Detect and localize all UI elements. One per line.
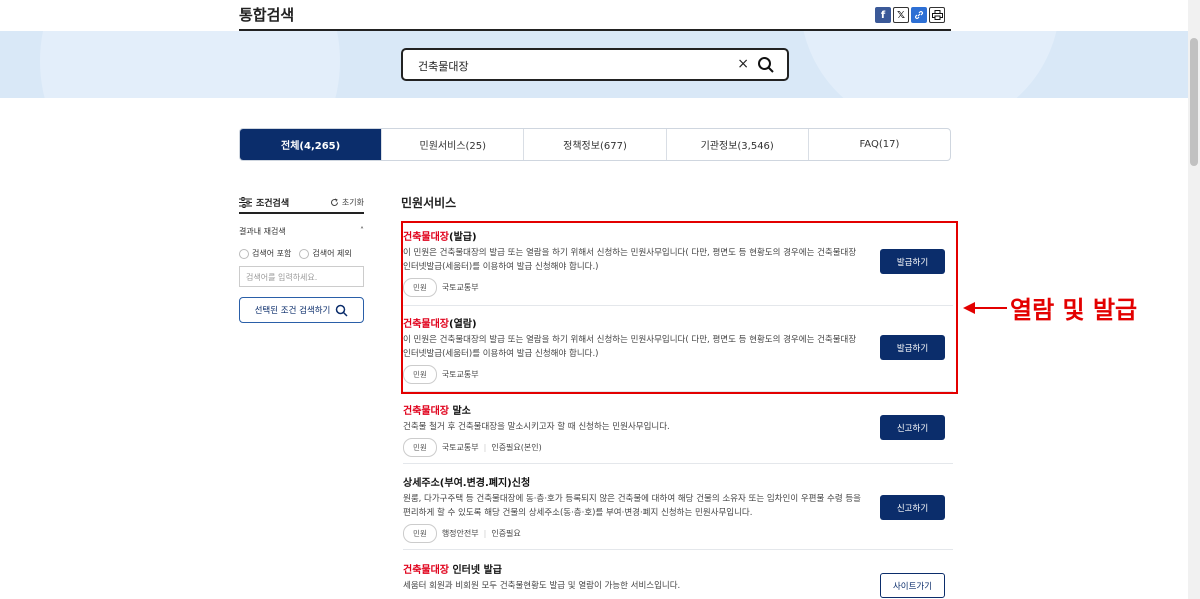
arrow-left-icon xyxy=(963,301,1007,314)
filter-title: 조건검색 xyxy=(239,196,289,209)
type-badge: 민원 xyxy=(403,278,437,297)
filter-submit-label: 선택된 조건 검색하기 xyxy=(254,306,331,316)
result-tags: 민원 국토교통부 xyxy=(403,278,953,297)
auth-label: 인증필요 xyxy=(491,529,521,538)
search-band: 건축물대장 × xyxy=(0,31,1188,98)
tab-faq[interactable]: FAQ(17) xyxy=(809,129,950,160)
section-title: 민원서비스 xyxy=(401,196,457,210)
tab-agency[interactable]: 기관정보(3,546) xyxy=(667,129,809,160)
facebook-icon[interactable]: f xyxy=(875,7,891,23)
tab-civil-service[interactable]: 민원서비스(25) xyxy=(382,129,525,160)
result-title[interactable]: 상세주소(부여.변경.폐지)신청 xyxy=(403,474,953,489)
result-tabs: 전체(4,265) 민원서비스(25) 정책정보(677) 기관정보(3,546… xyxy=(239,128,951,161)
refine-toggle[interactable]: 결과내 재검색 ˄ xyxy=(239,226,364,237)
annotation: 열람 및 발급 xyxy=(963,290,1137,325)
search-input[interactable]: 건축물대장 × xyxy=(401,48,789,81)
type-badge: 민원 xyxy=(403,438,437,457)
auth-label: 인증필요(본인) xyxy=(491,443,542,452)
agency-label: 행정안전부 xyxy=(441,529,479,538)
list-item: 건축물대장(열람) 이 민원은 건축물대장의 발급 또는 열람을 하기 위해서 … xyxy=(403,306,953,392)
chevron-up-icon[interactable]: ˄ xyxy=(360,226,364,237)
go-site-button[interactable]: 사이트가기 xyxy=(880,573,945,598)
result-title[interactable]: 건축물대장 인터넷 발급 xyxy=(403,561,953,576)
search-icon[interactable] xyxy=(757,56,775,74)
radio-exclude[interactable]: 검색어 제외 xyxy=(299,248,352,259)
header: 통합검색 f 𝕏 xyxy=(239,0,951,31)
share-buttons: f 𝕏 xyxy=(875,7,945,23)
decor-circle xyxy=(800,31,1060,98)
link-icon[interactable] xyxy=(911,7,927,23)
tab-policy[interactable]: 정책정보(677) xyxy=(524,129,667,160)
result-desc: 이 민원은 건축물대장의 발급 또는 열람을 하기 위해서 신청하는 민원사무입… xyxy=(403,248,857,272)
page-title: 통합검색 xyxy=(239,6,295,24)
issue-button[interactable]: 발급하기 xyxy=(880,249,945,274)
agency-label: 국토교통부 xyxy=(441,443,479,452)
result-desc: 세움터 회원과 비회원 모두 건축물현황도 발급 및 열람이 가능한 서비스입니… xyxy=(403,581,681,591)
result-title[interactable]: 건축물대장 말소 xyxy=(403,402,953,417)
clear-icon[interactable]: × xyxy=(737,56,749,72)
decor-circle xyxy=(40,31,340,98)
result-tags: 민원 행정안전부 | 인증필요 xyxy=(403,524,953,543)
annotation-text: 열람 및 발급 xyxy=(1010,296,1138,324)
result-desc: 원룸, 다가구주택 등 건축물대장에 동·층·호가 등록되지 않은 건축물에 대… xyxy=(403,494,861,518)
list-item: 건축물대장 말소 건축물 철거 후 건축물대장을 말소시키고자 할 때 신청하는… xyxy=(403,392,953,464)
filter-submit-button[interactable]: 선택된 조건 검색하기 xyxy=(239,297,364,323)
agency-label: 국토교통부 xyxy=(441,370,479,379)
search-input-value[interactable]: 건축물대장 xyxy=(418,58,469,74)
print-icon[interactable] xyxy=(929,7,945,23)
condition-filter: 조건검색 초기화 결과내 재검색 ˄ 검색어 포함 검색어 제외 검색어를 입력… xyxy=(239,192,364,323)
scrollbar[interactable] xyxy=(1188,0,1200,599)
filter-title-text: 조건검색 xyxy=(256,198,290,209)
radio-include[interactable]: 검색어 포함 xyxy=(239,248,291,259)
result-desc: 이 민원은 건축물대장의 발급 또는 열람을 하기 위해서 신청하는 민원사무입… xyxy=(403,335,857,359)
scrollbar-thumb[interactable] xyxy=(1190,38,1198,166)
type-badge: 민원 xyxy=(403,524,437,543)
page: { "header": { "title": "통합검색", "share": … xyxy=(0,0,1200,599)
result-tags: 민원 국토교통부 xyxy=(403,365,953,384)
result-list: 건축물대장(발급) 이 민원은 건축물대장의 발급 또는 열람을 하기 위해서 … xyxy=(403,222,953,599)
result-title[interactable]: 건축물대장(열람) xyxy=(403,315,953,330)
refine-label: 결과내 재검색 xyxy=(239,227,286,236)
filter-header: 조건검색 초기화 xyxy=(239,192,364,214)
report-button[interactable]: 신고하기 xyxy=(880,415,945,440)
refine-search-field[interactable]: 검색어를 입력하세요. xyxy=(239,266,364,287)
sliders-icon xyxy=(239,196,252,208)
list-item: 건축물대장 인터넷 발급 세움터 회원과 비회원 모두 건축물현황도 발급 및 … xyxy=(403,550,953,599)
result-title[interactable]: 건축물대장(발급) xyxy=(403,228,953,243)
result-tags: 민원 국토교통부 | 인증필요(본인) xyxy=(403,438,953,457)
type-badge: 민원 xyxy=(403,365,437,384)
refine-radio-group: 검색어 포함 검색어 제외 xyxy=(239,248,364,259)
list-item: 상세주소(부여.변경.폐지)신청 원룸, 다가구주택 등 건축물대장에 동·층·… xyxy=(403,464,953,550)
tab-all[interactable]: 전체(4,265) xyxy=(240,129,383,160)
issue-button[interactable]: 발급하기 xyxy=(880,335,945,360)
reset-button[interactable]: 초기화 xyxy=(330,197,364,208)
x-icon[interactable]: 𝕏 xyxy=(893,7,909,23)
reset-label: 초기화 xyxy=(341,197,364,207)
search-icon xyxy=(336,304,348,317)
result-desc: 건축물 철거 후 건축물대장을 말소시키고자 할 때 신청하는 민원사무입니다. xyxy=(403,422,670,432)
agency-label: 국토교통부 xyxy=(441,283,479,292)
list-item: 건축물대장(발급) 이 민원은 건축물대장의 발급 또는 열람을 하기 위해서 … xyxy=(403,222,953,306)
report-button[interactable]: 신고하기 xyxy=(880,495,945,520)
refresh-icon xyxy=(330,198,338,206)
